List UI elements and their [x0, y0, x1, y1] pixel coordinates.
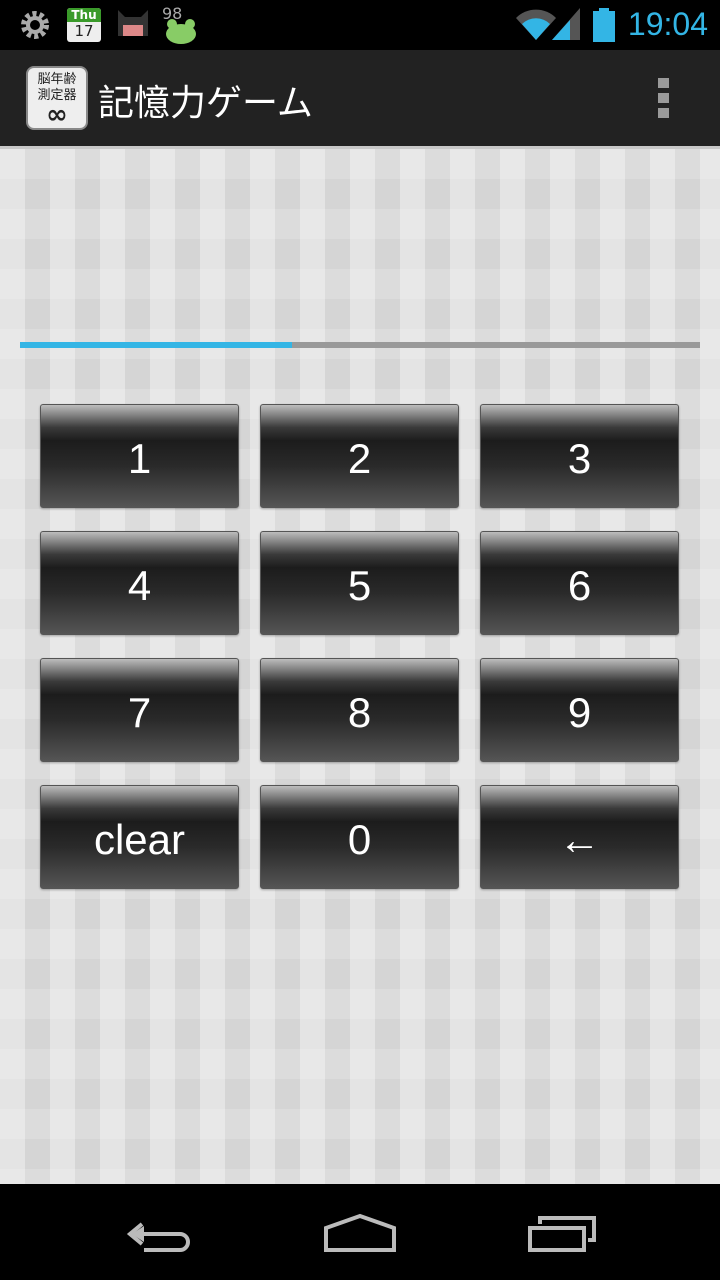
key-4[interactable]: 4	[40, 531, 239, 635]
key-6[interactable]: 6	[480, 531, 679, 635]
key-8[interactable]: 8	[260, 658, 459, 762]
status-bar: Thu 17 98 19:04	[0, 0, 720, 50]
key-5[interactable]: 5	[260, 531, 459, 635]
clear-button[interactable]: clear	[40, 785, 239, 889]
signal-icon	[552, 8, 580, 40]
frog-icon	[166, 19, 196, 44]
page-title: 記憶力ゲーム	[98, 83, 313, 124]
battery-icon	[593, 8, 615, 42]
nav-bar	[0, 1184, 720, 1280]
progress-fill	[20, 342, 292, 348]
action-bar: 脳年齢 測定器 ∞ 記憶力ゲーム	[0, 50, 720, 146]
clock: 19:04	[627, 6, 708, 42]
calendar-date: 17	[74, 22, 94, 40]
key-1[interactable]: 1	[40, 404, 239, 508]
calendar-icon: Thu 17	[67, 8, 101, 42]
back-icon[interactable]	[120, 1204, 200, 1260]
key-2[interactable]: 2	[260, 404, 459, 508]
wifi-icon	[516, 9, 556, 40]
calendar-day: Thu	[67, 8, 101, 22]
overflow-menu-icon[interactable]	[658, 78, 670, 123]
progress-bar	[20, 342, 700, 348]
recent-apps-icon[interactable]	[520, 1204, 600, 1260]
backspace-button[interactable]: ←	[480, 785, 679, 889]
cat-icon	[118, 10, 148, 36]
home-icon[interactable]	[320, 1204, 400, 1260]
key-9[interactable]: 9	[480, 658, 679, 762]
app-icon-symbol: ∞	[46, 100, 68, 130]
app-icon[interactable]: 脳年齢 測定器 ∞	[26, 66, 88, 130]
key-0[interactable]: 0	[260, 785, 459, 889]
key-3[interactable]: 3	[480, 404, 679, 508]
app-icon-line1: 脳年齢	[37, 72, 77, 87]
settings-icon	[21, 11, 49, 39]
key-7[interactable]: 7	[40, 658, 239, 762]
game-area: 1 2 3 4 5 6 7 8 9 clear 0 ←	[0, 146, 720, 1184]
